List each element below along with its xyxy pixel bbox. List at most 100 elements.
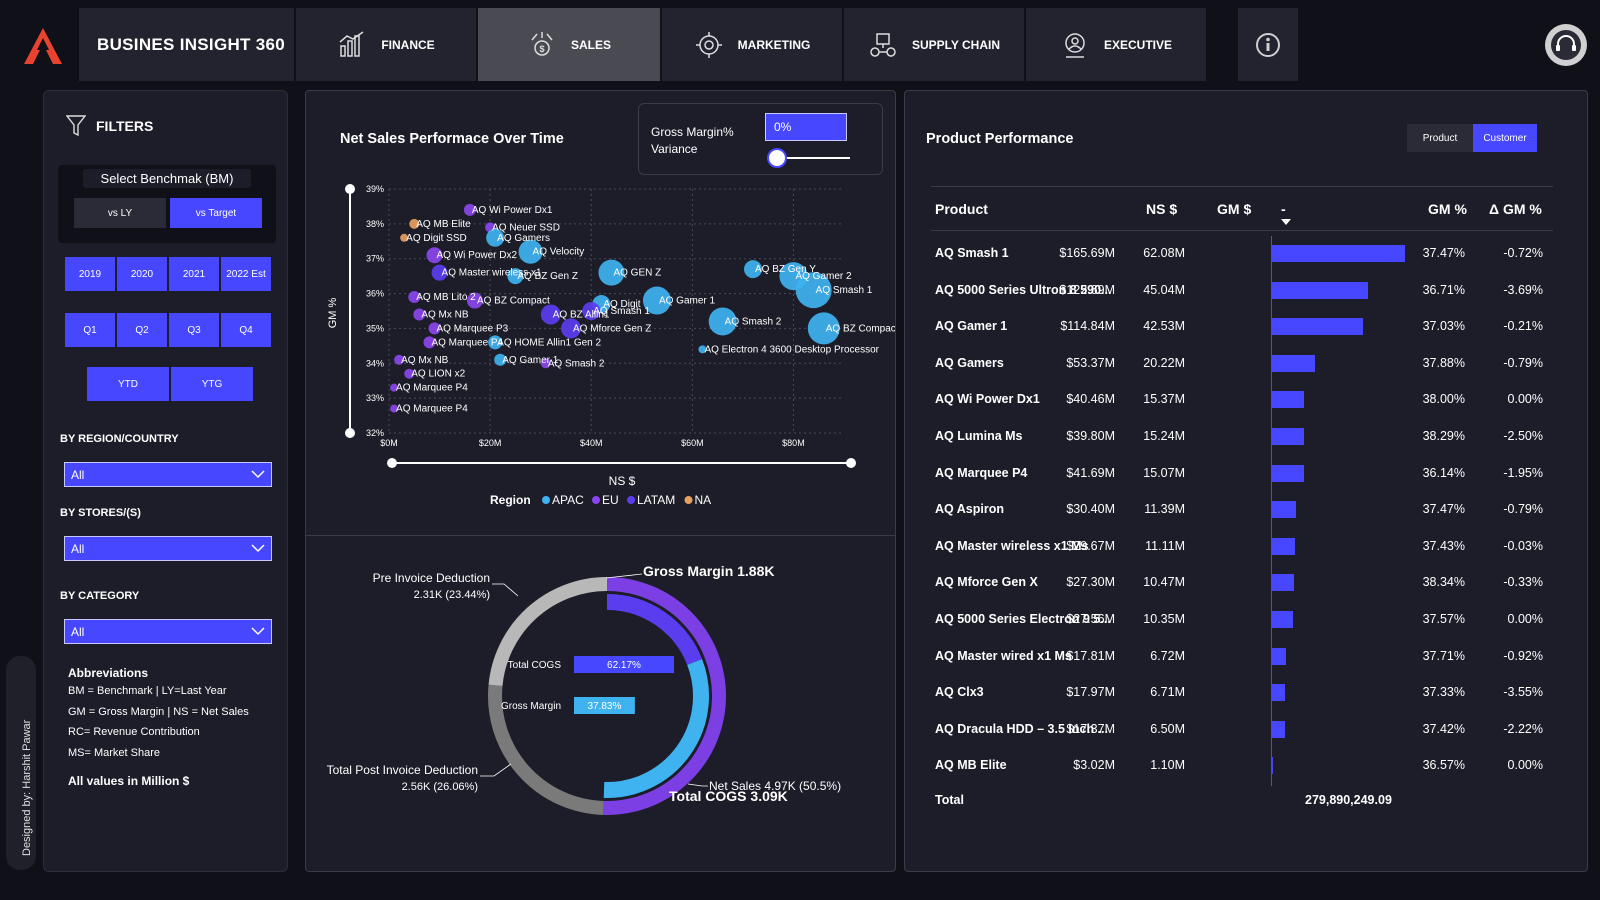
sales-icon: $ <box>531 31 553 56</box>
tab-sales[interactable]: $ SALES <box>478 8 660 81</box>
scatter-point-label: AQ Marquee P4 <box>431 337 503 348</box>
gm-bar[interactable] <box>1271 684 1286 702</box>
tab-marketing-label: MARKETING <box>737 37 811 52</box>
gm-pct-cell: 36.14% <box>1422 465 1465 480</box>
year-2019-button[interactable]: 2019 <box>65 257 115 291</box>
quarter-q4-button[interactable]: Q4 <box>221 313 271 347</box>
y-range-handle-bottom[interactable] <box>345 428 355 438</box>
table-row[interactable]: AQ Master wireless x1 Ms $29.67M 11.11M 37.… <box>935 529 1555 565</box>
gm-cell: 11.39M <box>1144 502 1185 517</box>
gm-bar[interactable] <box>1271 537 1295 555</box>
gm-bar[interactable] <box>1271 611 1294 628</box>
benchmark-vs-ly-button[interactable]: vs LY <box>74 198 166 228</box>
table-row[interactable]: AQ Lumina Ms $39.80M 15.24M 38.29% -2.50% <box>935 419 1555 455</box>
quarter-q3-button[interactable]: Q3 <box>169 313 219 347</box>
x-range-handle-right[interactable] <box>846 458 856 468</box>
region-filter-label: BY REGION/COUNTRY <box>60 433 179 445</box>
gm-pct-cell: 37.47% <box>1422 502 1465 517</box>
gm-pct-cell: 38.00% <box>1422 392 1465 407</box>
sort-descending-icon[interactable] <box>1281 219 1291 225</box>
year-2020-button[interactable]: 2020 <box>117 257 167 291</box>
abbreviation-line: GM = Gross Margin | NS = Net Sales <box>68 706 249 718</box>
table-row[interactable]: AQ Clx3 $17.97M 6.71M 37.33% -3.55% <box>935 675 1555 711</box>
pl-donut-chart[interactable]: Gross Margin 1.88K Pre Invoice Deduction 2… <box>306 536 895 870</box>
column-header-gm[interactable]: GM $ <box>1217 201 1251 217</box>
year-2022-est-button[interactable]: 2022 Est <box>221 257 271 291</box>
table-row[interactable]: AQ Master wired x1 Ms $17.81M 6.72M 37.71% -… <box>935 639 1555 675</box>
y-tick-label: 38% <box>366 219 384 229</box>
table-row[interactable]: AQ Dracula HDD – 3.5 Inch ... $17.37M 6.50… <box>935 712 1555 748</box>
column-header-bar[interactable]: - <box>1281 201 1286 217</box>
gm-bar[interactable] <box>1271 354 1315 372</box>
gm-cell: 10.47M <box>1143 575 1185 590</box>
ns-cell: $40.46M <box>1066 392 1115 407</box>
gm-pct-cell: 36.57% <box>1422 758 1465 773</box>
quarter-q2-button[interactable]: Q2 <box>117 313 167 347</box>
stores-dropdown-value: All <box>71 541 85 556</box>
gm-bar[interactable] <box>1271 428 1304 445</box>
table-row[interactable]: AQ 5000 Series Ultron 8 590... $122.69M 45… <box>935 273 1555 309</box>
table-row[interactable]: AQ Gamer 1 $114.84M 42.53M 37.03% -0.21% <box>935 309 1555 345</box>
delta-gm-cell: -0.33% <box>1503 575 1543 590</box>
gm-bar[interactable] <box>1271 647 1286 665</box>
x-range-handle-left[interactable] <box>387 458 397 468</box>
filters-title: FILTERS <box>96 118 154 134</box>
gm-bar[interactable] <box>1271 245 1405 262</box>
gm-bar[interactable] <box>1271 281 1369 299</box>
gm-bar[interactable] <box>1271 391 1305 409</box>
gm-cell: 11.11M <box>1145 538 1185 553</box>
abbreviation-line: MS= Market Share <box>68 747 161 759</box>
ns-cell: $27.30M <box>1066 575 1115 590</box>
gm-bar[interactable] <box>1271 318 1363 336</box>
category-dropdown[interactable]: All <box>64 619 272 644</box>
product-performance-title: Product Performance <box>926 131 1074 147</box>
scatter-point-label: AQ Mx NB <box>401 355 449 366</box>
help-button[interactable] <box>1545 24 1587 66</box>
toggle-product-button[interactable]: Product <box>1407 124 1473 152</box>
period-ytd-button[interactable]: YTD <box>87 367 169 401</box>
region-dropdown[interactable]: All <box>64 462 272 487</box>
table-row[interactable]: AQ Wi Power Dx1 $40.46M 15.37M 38.00% 0.00% <box>935 382 1555 418</box>
ns-cell: $165.69M <box>1059 246 1115 260</box>
period-ytg-button[interactable]: YTG <box>171 367 253 401</box>
scatter-point-label: AQ Velocity <box>533 247 585 258</box>
table-row[interactable]: AQ Marquee P4 $41.69M 15.07M 36.14% -1.95% <box>935 456 1555 492</box>
legend-swatch <box>542 496 550 504</box>
column-header-product[interactable]: Product <box>935 201 988 217</box>
x-tick-label: $40M <box>580 438 603 448</box>
tab-finance[interactable]: FINANCE <box>296 8 476 81</box>
gm-pct-cell: 37.71% <box>1422 648 1465 663</box>
table-row[interactable]: AQ 5000 Series Electron 9 5... $27.56M 10.… <box>935 602 1555 638</box>
tab-executive[interactable]: EXECUTIVE <box>1026 8 1206 81</box>
column-header-gm-pct[interactable]: GM % <box>1428 201 1467 217</box>
scatter-chart[interactable]: 32% 33% 34% 35% 36% 37% 38% 39% $0M $20M $40M $60M $… <box>306 91 895 535</box>
x-axis-title: NS $ <box>609 474 636 488</box>
tab-finance-label: FINANCE <box>381 37 435 52</box>
top-navigation-bar: BUSINES INSIGHT 360 FINANCE $ SALES MARK… <box>0 0 1600 88</box>
gm-cell: 62.08M <box>1143 246 1185 260</box>
stores-dropdown[interactable]: All <box>64 536 272 561</box>
column-header-delta-gm[interactable]: Δ GM % <box>1489 201 1542 217</box>
tab-marketing[interactable]: MARKETING <box>662 8 842 81</box>
table-row[interactable]: AQ Mforce Gen X $27.30M 10.47M 38.34% -0.33% <box>935 565 1555 601</box>
info-button[interactable] <box>1238 8 1298 81</box>
gm-bar[interactable] <box>1271 720 1286 738</box>
x-tick-label: $20M <box>479 438 502 448</box>
tab-supply-chain[interactable]: SUPPLY CHAIN <box>844 8 1024 81</box>
table-row[interactable]: AQ MB Elite $3.02M 1.10M 36.57% 0.00% <box>935 748 1555 784</box>
gm-bar[interactable] <box>1271 464 1304 482</box>
benchmark-vs-target-button[interactable]: vs Target <box>170 198 262 228</box>
designer-credit: Designed by: Harshit Pawar <box>6 656 36 870</box>
table-row[interactable]: AQ Gamers $53.37M 20.22M 37.88% -0.79% <box>935 346 1555 382</box>
table-row[interactable]: AQ Smash 1 $165.69M 62.08M 37.47% -0.72% <box>935 236 1555 272</box>
column-header-ns[interactable]: NS $ <box>1146 201 1177 217</box>
toggle-customer-button[interactable]: Customer <box>1473 124 1537 152</box>
year-2021-button[interactable]: 2021 <box>169 257 219 291</box>
filters-header: FILTERS <box>66 115 153 137</box>
gm-bar[interactable] <box>1271 501 1296 519</box>
svg-text:$: $ <box>539 44 544 54</box>
table-row[interactable]: AQ Aspiron $30.40M 11.39M 37.47% -0.79% <box>935 492 1555 528</box>
y-range-handle-top[interactable] <box>345 184 355 194</box>
gm-bar[interactable] <box>1271 574 1294 592</box>
quarter-q1-button[interactable]: Q1 <box>65 313 115 347</box>
